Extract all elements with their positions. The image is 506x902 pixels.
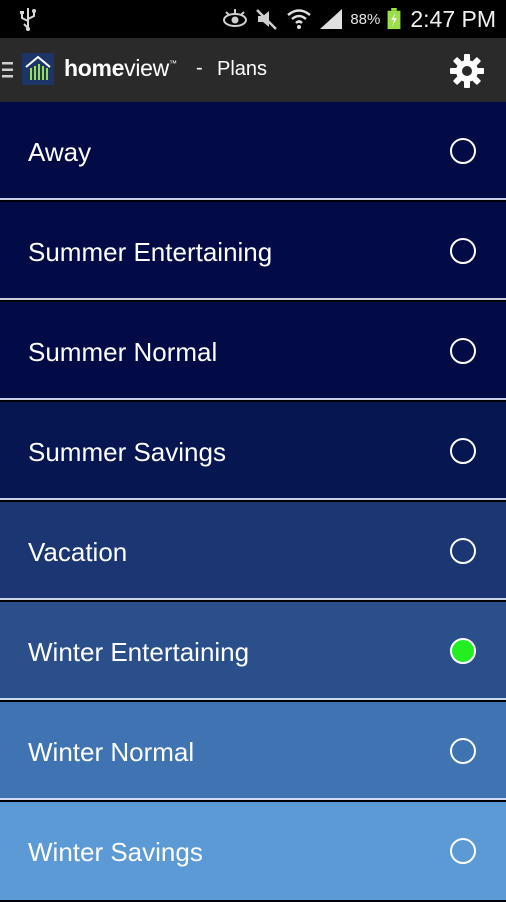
- plan-label: Summer Entertaining: [28, 237, 273, 267]
- divider: [0, 298, 506, 300]
- signal-icon: [320, 9, 343, 29]
- gear-icon[interactable]: [448, 52, 486, 90]
- plan-label: Winter Entertaining: [28, 637, 250, 667]
- status-bar: 88% 2:47 PM: [0, 0, 506, 38]
- wifi-icon: [287, 9, 312, 29]
- plan-list: Away Summer Entertaining Summer Normal S…: [0, 102, 506, 900]
- eye-icon: [223, 9, 248, 27]
- plan-row-winter-entertaining[interactable]: Winter Entertaining: [0, 602, 506, 700]
- divider: [0, 798, 506, 800]
- radio-button[interactable]: [450, 838, 476, 864]
- divider: [0, 598, 506, 600]
- plan-label: Winter Normal: [28, 737, 195, 767]
- radio-button[interactable]: [450, 138, 476, 164]
- plan-label: Winter Savings: [28, 837, 203, 867]
- plan-row-winter-savings[interactable]: Winter Savings: [0, 802, 506, 900]
- plan-row-summer-entertaining[interactable]: Summer Entertaining: [0, 202, 506, 300]
- divider: [0, 198, 506, 200]
- usb-icon: [20, 8, 36, 31]
- radio-button[interactable]: [450, 338, 476, 364]
- brand-light: view: [124, 55, 169, 81]
- plan-label: Away: [28, 137, 92, 167]
- plan-label: Summer Savings: [28, 437, 226, 467]
- radio-button[interactable]: [450, 738, 476, 764]
- title-separator: -: [196, 57, 203, 79]
- radio-button[interactable]: [450, 638, 476, 664]
- plan-label: Summer Normal: [28, 337, 218, 367]
- plan-row-summer-normal[interactable]: Summer Normal: [0, 302, 506, 400]
- action-bar: homeview™ - Plans: [0, 38, 506, 102]
- page-title: Plans: [217, 58, 268, 80]
- battery-icon: [387, 8, 401, 30]
- battery-percent: 88%: [350, 10, 381, 28]
- brand-wordmark: homeview™: [64, 55, 177, 82]
- divider: [0, 698, 506, 700]
- plan-label: Vacation: [28, 537, 128, 567]
- radio-button[interactable]: [450, 538, 476, 564]
- radio-button[interactable]: [450, 438, 476, 464]
- clock: 2:47 PM: [410, 5, 496, 32]
- plan-row-vacation[interactable]: Vacation: [0, 502, 506, 600]
- plan-row-summer-savings[interactable]: Summer Savings: [0, 402, 506, 500]
- divider: [0, 398, 506, 400]
- plan-row-away[interactable]: Away: [0, 102, 506, 200]
- brand-trademark: ™: [168, 59, 177, 68]
- radio-button[interactable]: [450, 238, 476, 264]
- divider: [0, 498, 506, 500]
- menu-icon[interactable]: [2, 60, 14, 80]
- brand-bold: home: [64, 55, 125, 81]
- app-logo-icon[interactable]: [22, 53, 54, 85]
- mute-icon: [256, 9, 278, 30]
- plan-row-winter-normal[interactable]: Winter Normal: [0, 702, 506, 800]
